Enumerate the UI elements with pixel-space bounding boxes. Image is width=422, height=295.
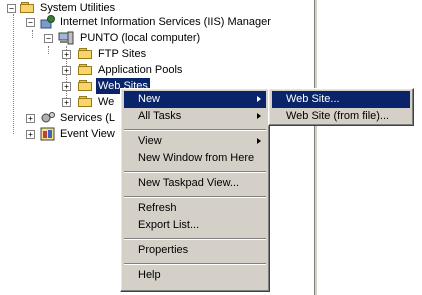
menu-item-all-tasks[interactable]: All Tasks [124,108,266,125]
tree-node-computer[interactable]: − PUNTO (local computer) [0,30,240,46]
folder-icon [78,79,94,93]
menu-item-new[interactable]: New [124,91,266,108]
tree-label: We [98,96,115,108]
folder-icon [78,47,94,61]
menu-item-help[interactable]: Help [124,267,266,284]
collapse-icon[interactable]: − [44,34,53,43]
tree-node-iis-manager[interactable]: − Internet Information Services (IIS) Ma… [0,14,300,30]
expand-icon[interactable]: + [26,114,35,123]
tree-label: FTP Sites [98,48,147,60]
menu-separator [124,196,266,198]
submenu-item-web-site[interactable]: Web Site... [272,91,410,108]
results-pane [317,0,422,295]
tree-node-application-pools[interactable]: + Application Pools [0,62,200,78]
menu-separator [124,263,266,265]
expand-icon[interactable]: + [62,66,71,75]
menu-item-new-taskpad-view[interactable]: New Taskpad View... [124,175,266,192]
submenu-arrow-icon [257,113,261,119]
tree-label: Services (L [60,112,116,124]
expand-icon[interactable]: + [62,82,71,91]
menu-separator [124,238,266,240]
menu-item-export-list[interactable]: Export List... [124,217,266,234]
tree-label: Internet Information Services (IIS) Mana… [60,16,271,28]
gears-icon [41,112,55,123]
collapse-icon[interactable]: − [26,18,35,27]
folder-icon [78,63,94,77]
collapse-icon[interactable]: − [7,4,16,13]
iis-icon [40,15,55,29]
tree-label: Event View [60,128,115,140]
context-menu: New All Tasks View New Window from Here … [120,88,270,292]
expand-icon[interactable]: + [62,98,71,107]
tree-label: Application Pools [98,64,183,76]
tree-label: PUNTO (local computer) [80,32,201,44]
expand-icon[interactable]: + [26,130,35,139]
menu-item-properties[interactable]: Properties [124,242,266,259]
menu-separator [124,129,266,131]
submenu-arrow-icon [257,96,261,102]
tree-node-ftp-sites[interactable]: + FTP Sites [0,46,180,62]
menu-item-new-window[interactable]: New Window from Here [124,150,266,167]
folder-icon [20,1,36,15]
folder-icon [78,95,94,109]
menu-item-refresh[interactable]: Refresh [124,200,266,217]
submenu-arrow-icon [257,138,261,144]
expand-icon[interactable]: + [62,50,71,59]
event-viewer-icon [40,127,55,141]
menu-item-view[interactable]: View [124,133,266,150]
new-submenu: Web Site... Web Site (from file)... [268,88,414,126]
menu-separator [124,171,266,173]
computer-icon [58,31,74,45]
submenu-item-web-site-from-file[interactable]: Web Site (from file)... [272,108,410,125]
